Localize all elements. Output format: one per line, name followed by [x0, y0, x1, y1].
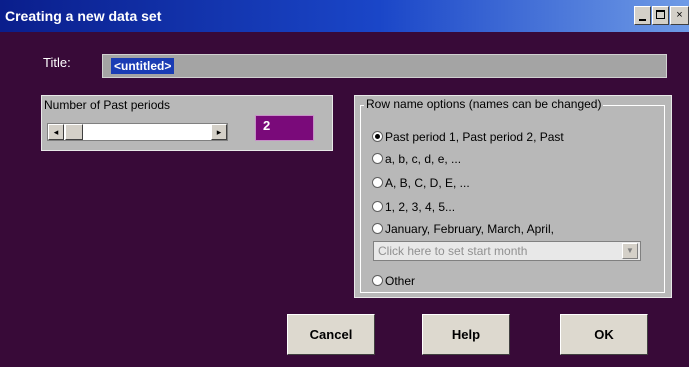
row-name-options-legend: Row name options (names can be changed) [364, 97, 604, 111]
past-periods-slider[interactable]: ◂ ▸ [47, 123, 228, 141]
radio-button[interactable] [372, 177, 383, 188]
ok-button[interactable]: OK [560, 314, 648, 355]
maximize-icon [656, 10, 665, 19]
option-label: A, B, C, D, E, ... [385, 176, 470, 190]
option-label: January, February, March, April, [385, 222, 554, 236]
option-other[interactable]: Other [372, 274, 415, 288]
start-month-select[interactable]: Click here to set start month ▼ [373, 241, 641, 261]
option-numbers[interactable]: 1, 2, 3, 4, 5... [372, 200, 455, 214]
radio-button[interactable] [372, 201, 383, 212]
title-label: Title: [43, 55, 71, 70]
option-uppercase-letters[interactable]: A, B, C, D, E, ... [372, 176, 470, 190]
option-label: 1, 2, 3, 4, 5... [385, 200, 456, 214]
help-button[interactable]: Help [422, 314, 510, 355]
scroll-left-button[interactable]: ◂ [48, 124, 64, 140]
option-past-period[interactable]: Past period 1, Past period 2, Past [372, 130, 564, 144]
past-periods-count: 2 [255, 115, 314, 141]
option-label: Other [385, 274, 416, 288]
slider-thumb[interactable] [65, 124, 83, 140]
option-label: a, b, c, d, e, ... [385, 152, 462, 166]
radio-button[interactable] [372, 131, 383, 142]
window-title: Creating a new data set [5, 8, 162, 24]
radio-button[interactable] [372, 223, 383, 234]
close-button[interactable]: × [670, 6, 689, 25]
option-lowercase-letters[interactable]: a, b, c, d, e, ... [372, 152, 461, 166]
scroll-right-button[interactable]: ▸ [211, 124, 227, 140]
maximize-button[interactable] [652, 6, 669, 25]
option-months[interactable]: January, February, March, April, [372, 222, 554, 236]
radio-button[interactable] [372, 153, 383, 164]
title-input[interactable]: <untitled> [102, 54, 667, 78]
minimize-icon [639, 19, 646, 21]
radio-button[interactable] [372, 275, 383, 286]
dialog-window: Creating a new data set × Title: <untitl… [0, 0, 689, 367]
close-icon: × [676, 9, 683, 21]
start-month-placeholder: Click here to set start month [378, 244, 528, 258]
arrow-right-icon: ▸ [216, 127, 222, 137]
title-bar[interactable]: Creating a new data set × [0, 0, 689, 32]
arrow-left-icon: ◂ [53, 127, 59, 137]
past-periods-label: Number of Past periods [44, 98, 171, 112]
dropdown-arrow-icon[interactable]: ▼ [622, 243, 638, 259]
row-name-options-panel: Row name options (names can be changed) … [354, 95, 672, 298]
option-label: Past period 1, Past period 2, Past [385, 130, 564, 144]
past-periods-panel: Number of Past periods ◂ ▸ 2 [41, 95, 333, 151]
cancel-button[interactable]: Cancel [287, 314, 375, 355]
title-input-value: <untitled> [111, 58, 175, 74]
minimize-button[interactable] [634, 6, 651, 25]
